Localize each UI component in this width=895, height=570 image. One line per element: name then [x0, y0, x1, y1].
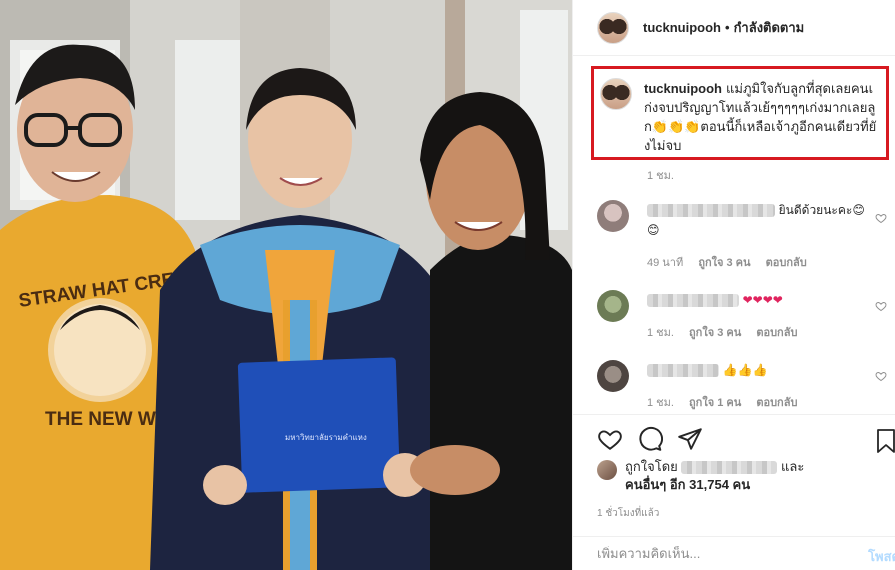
commenter-username-blurred[interactable]	[647, 294, 739, 308]
commenter-username-blurred[interactable]	[647, 204, 775, 218]
commenter-username-blurred[interactable]	[647, 364, 719, 378]
separator-dot: •	[725, 20, 730, 35]
commenter-avatar[interactable]	[597, 290, 629, 322]
liker-username-blurred[interactable]	[681, 461, 778, 475]
post-comment-button[interactable]: โพสต์	[868, 546, 895, 567]
add-comment-bar: โพสต์	[573, 536, 895, 570]
add-comment-input[interactable]	[597, 546, 837, 561]
post-side-panel: tucknuipooh • กำลังติดตาม tucknuipooh แม่…	[572, 0, 895, 570]
post-actions	[597, 426, 703, 452]
comment-item: ยินดีด้วยนะคะ😊😊 49 นาที ถูกใจ 3 คน ตอบกล…	[597, 200, 887, 269]
comment-text-block: ❤❤❤❤	[647, 290, 872, 310]
comment-time: 49 นาที	[647, 257, 684, 269]
liked-by-prefix: ถูกใจโดย	[625, 459, 678, 474]
actions-divider	[573, 414, 895, 415]
comment-meta: 1 ชม. ถูกใจ 3 คน ตอบกลับ	[647, 323, 809, 341]
comment-time: 1 ชม.	[647, 397, 674, 409]
likes-and: และ	[781, 459, 805, 474]
author-avatar[interactable]	[597, 11, 629, 44]
comment-meta: 1 ชม. ถูกใจ 1 คน ตอบกลับ	[647, 393, 809, 411]
reply-button[interactable]: ตอบกลับ	[756, 327, 797, 339]
liker-avatar[interactable]	[597, 460, 617, 480]
caption-highlight-box: tucknuipooh แม่ภูมิใจกับลูกที่สุดเลยคนเก่…	[591, 66, 889, 160]
caption-text-block: tucknuipooh แม่ภูมิใจกับลูกที่สุดเลยคนเก่…	[644, 79, 878, 155]
share-icon[interactable]	[677, 426, 703, 452]
follow-status-button[interactable]: กำลังติดตาม	[734, 17, 805, 38]
comment-item: 👍👍👍 1 ชม. ถูกใจ 1 คน ตอบกลับ	[597, 360, 887, 410]
likes-summary: ถูกใจโดย และ คนอื่นๆ อีก 31,754 คน	[597, 458, 804, 494]
svg-text:มหาวิทยาลัยรามคำแหง: มหาวิทยาลัยรามคำแหง	[285, 433, 367, 442]
comment-item: ❤❤❤❤ 1 ชม. ถูกใจ 3 คน ตอบกลับ	[597, 290, 887, 340]
post-photo[interactable]: STRAW HAT CREW THE NEW WORLD มหาวิทยาลัย…	[0, 0, 572, 570]
comment-likes[interactable]: ถูกใจ 3 คน	[689, 327, 741, 339]
comment-text-block: ยินดีด้วยนะคะ😊😊	[647, 200, 872, 240]
bookmark-icon[interactable]	[875, 428, 895, 454]
comment-meta: 49 นาที ถูกใจ 3 คน ตอบกลับ	[647, 253, 819, 271]
caption-time: 1 ชม.	[647, 170, 674, 182]
likes-others-count[interactable]: คนอื่นๆ อีก 31,754 คน	[625, 477, 750, 492]
comment-text: ❤❤❤❤	[742, 293, 783, 307]
comment-text: 👍👍👍	[722, 363, 768, 377]
post-header: tucknuipooh • กำลังติดตาม	[573, 0, 895, 56]
caption-username[interactable]: tucknuipooh	[644, 81, 722, 96]
comment-like-icon[interactable]	[875, 300, 887, 312]
reply-button[interactable]: ตอบกลับ	[756, 397, 797, 409]
commenter-avatar[interactable]	[597, 200, 629, 232]
commenter-avatar[interactable]	[597, 360, 629, 392]
comment-time: 1 ชม.	[647, 327, 674, 339]
reply-button[interactable]: ตอบกลับ	[766, 257, 807, 269]
heart-icon[interactable]	[597, 426, 623, 452]
comment-like-icon[interactable]	[875, 370, 887, 382]
posted-time: 1 ชั่วโมงที่แล้ว	[597, 508, 660, 519]
caption-avatar[interactable]	[600, 78, 632, 110]
comment-likes[interactable]: ถูกใจ 3 คน	[698, 257, 750, 269]
comment-likes[interactable]: ถูกใจ 1 คน	[689, 397, 741, 409]
comment-icon[interactable]	[637, 426, 663, 452]
comment-text-block: 👍👍👍	[647, 360, 872, 380]
comment-like-icon[interactable]	[875, 212, 887, 224]
author-username[interactable]: tucknuipooh	[643, 20, 721, 35]
